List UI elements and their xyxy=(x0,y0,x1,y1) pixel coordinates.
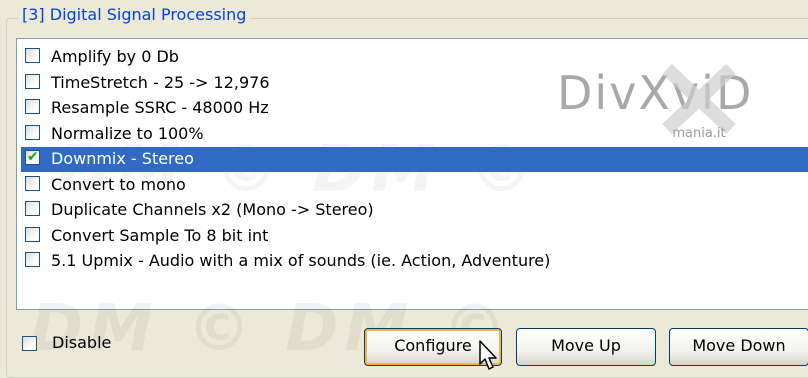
item-label: 5.1 Upmix - Audio with a mix of sounds (… xyxy=(51,251,551,270)
item-label: Duplicate Channels x2 (Mono -> Stereo) xyxy=(51,200,374,219)
group-title: [3] Digital Signal Processing xyxy=(18,5,251,25)
mouse-pointer-icon xyxy=(479,340,497,370)
item-checkbox[interactable] xyxy=(25,175,40,191)
item-checkbox[interactable] xyxy=(25,124,40,140)
item-label: Normalize to 100% xyxy=(51,123,204,143)
item-checkbox[interactable] xyxy=(25,252,40,267)
disable-checkbox[interactable] xyxy=(22,336,37,351)
item-label: Downmix - Stereo xyxy=(51,149,194,168)
list-item[interactable]: TimeStretch - 25 -> 12,976 xyxy=(21,71,808,96)
list-item[interactable]: Resample SSRC - 48000 Hz xyxy=(21,96,808,121)
list-item[interactable]: Duplicate Channels x2 (Mono -> Stereo) xyxy=(21,198,808,223)
item-checkbox[interactable] xyxy=(25,201,40,216)
list-item[interactable]: 5.1 Upmix - Audio with a mix of sounds (… xyxy=(21,249,808,274)
checkmark-icon: ✔ xyxy=(27,149,39,165)
list-item[interactable]: Convert to mono xyxy=(21,173,808,198)
item-checkbox[interactable]: ✔ xyxy=(25,149,40,165)
item-label: Convert to mono xyxy=(51,174,186,194)
item-label: Resample SSRC - 48000 Hz xyxy=(51,98,269,117)
list-item[interactable]: Amplify by 0 Db xyxy=(21,45,808,70)
list-item[interactable]: Convert Sample To 8 bit int xyxy=(21,224,808,249)
item-checkbox[interactable] xyxy=(25,73,40,89)
item-checkbox[interactable] xyxy=(25,48,40,63)
move-up-button[interactable]: Move Up xyxy=(516,328,656,366)
item-checkbox[interactable] xyxy=(25,226,40,242)
move-down-button[interactable]: Move Down xyxy=(669,328,808,366)
item-label: Amplify by 0 Db xyxy=(51,47,179,66)
item-label: Convert Sample To 8 bit int xyxy=(51,225,269,245)
item-checkbox[interactable] xyxy=(25,99,40,114)
disable-label: Disable xyxy=(52,333,112,352)
dsp-filter-list[interactable]: DivXviD mania.it DM © DM © Amplify by 0 … xyxy=(16,38,808,310)
list-item[interactable]: Normalize to 100% xyxy=(21,122,808,147)
list-item[interactable]: ✔ Downmix - Stereo xyxy=(21,147,808,172)
item-label: TimeStretch - 25 -> 12,976 xyxy=(51,72,270,92)
